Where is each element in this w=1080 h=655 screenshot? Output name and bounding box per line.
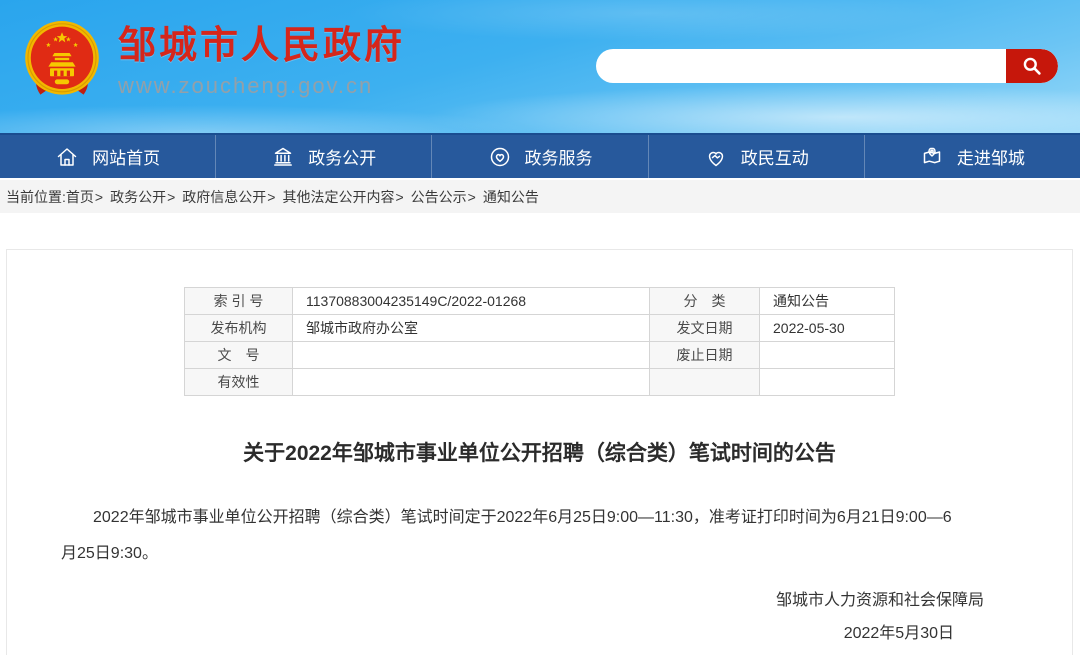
- nav-item-gov-affairs[interactable]: 政务公开: [215, 135, 431, 178]
- breadcrumb-link-notices[interactable]: 通知公告: [483, 187, 539, 207]
- meta-value-repeal-date: [760, 342, 895, 369]
- search-input[interactable]: [596, 49, 1006, 83]
- meta-value-doc-number: [293, 342, 650, 369]
- meta-label-doc-number: 文 号: [185, 342, 293, 369]
- site-url: www.zoucheng.gov.cn: [118, 73, 405, 99]
- nav-item-about-city[interactable]: 走进邹城: [864, 135, 1080, 178]
- meta-table-row: 索 引 号 11370883004235149C/2022-01268 分 类 …: [185, 288, 895, 315]
- home-icon: [55, 145, 79, 169]
- meta-label-issue-date: 发文日期: [650, 315, 760, 342]
- nav-item-gov-services[interactable]: 政务服务: [431, 135, 647, 178]
- meta-value-issuing-agency: 邹城市政府办公室: [293, 315, 650, 342]
- meta-label-index-number: 索 引 号: [185, 288, 293, 315]
- breadcrumb-separator: >: [167, 189, 175, 205]
- page: 邹城市人民政府 www.zoucheng.gov.cn 网站首页: [0, 0, 1080, 655]
- nav-item-label: 政务公开: [308, 144, 376, 169]
- breadcrumb-link-gov-affairs[interactable]: 政务公开: [110, 187, 166, 207]
- nav-item-label: 政民互动: [741, 144, 809, 169]
- breadcrumb-separator: >: [395, 189, 403, 205]
- search-button[interactable]: [1006, 49, 1058, 83]
- meta-value-index-number: 11370883004235149C/2022-01268: [293, 288, 650, 315]
- breadcrumb-separator: >: [267, 189, 275, 205]
- handshake-heart-icon: [704, 145, 728, 169]
- heart-circle-icon: [488, 145, 512, 169]
- site-title: 邹城市人民政府: [118, 26, 405, 68]
- breadcrumb-link-home[interactable]: 首页: [66, 187, 94, 207]
- nav-item-label: 走进邹城: [957, 144, 1025, 169]
- government-building-icon: [271, 145, 295, 169]
- meta-value-empty: [760, 369, 895, 396]
- site-brand-text: 邹城市人民政府 www.zoucheng.gov.cn: [118, 16, 405, 99]
- nav-item-label: 政务服务: [525, 144, 593, 169]
- meta-label-repeal-date: 废止日期: [650, 342, 760, 369]
- meta-label-category: 分 类: [650, 288, 760, 315]
- nav-item-label: 网站首页: [92, 144, 160, 169]
- map-pin-icon: [920, 145, 944, 169]
- article-signature: 邹城市人力资源和社会保障局: [7, 584, 1072, 617]
- nav-item-home[interactable]: 网站首页: [0, 135, 215, 178]
- main-nav: 网站首页 政务公开 政务服务: [0, 133, 1080, 178]
- breadcrumb-link-other-content[interactable]: 其他法定公开内容: [282, 187, 394, 207]
- national-emblem-icon: [22, 16, 102, 106]
- meta-table-row: 有效性: [185, 369, 895, 396]
- meta-table: 索 引 号 11370883004235149C/2022-01268 分 类 …: [184, 287, 895, 396]
- breadcrumb-link-public-notices[interactable]: 公告公示: [411, 187, 467, 207]
- article-title: 关于2022年邹城市事业单位公开招聘（综合类）笔试时间的公告: [47, 440, 1032, 467]
- site-header: 邹城市人民政府 www.zoucheng.gov.cn: [0, 0, 1080, 133]
- breadcrumb-separator: >: [95, 189, 103, 205]
- site-brand[interactable]: 邹城市人民政府 www.zoucheng.gov.cn: [22, 16, 405, 106]
- meta-value-category: 通知公告: [760, 288, 895, 315]
- meta-value-issue-date: 2022-05-30: [760, 315, 895, 342]
- breadcrumb: 当前位置: 首页 > 政务公开 > 政府信息公开 > 其他法定公开内容 > 公告…: [0, 180, 1080, 213]
- meta-table-row: 文 号 废止日期: [185, 342, 895, 369]
- meta-table-row: 发布机构 邹城市政府办公室 发文日期 2022-05-30: [185, 315, 895, 342]
- breadcrumb-prefix: 当前位置:: [6, 187, 66, 207]
- site-search: [596, 49, 1058, 83]
- magnifier-icon: [1021, 55, 1043, 77]
- breadcrumb-separator: >: [468, 189, 476, 205]
- nav-item-interaction[interactable]: 政民互动: [648, 135, 864, 178]
- article-body: 2022年邹城市事业单位公开招聘（综合类）笔试时间定于2022年6月25日9:0…: [7, 500, 1072, 572]
- meta-label-empty: [650, 369, 760, 396]
- article-date: 2022年5月30日: [7, 617, 1072, 650]
- breadcrumb-link-info-disclosure[interactable]: 政府信息公开: [182, 187, 266, 207]
- meta-label-validity: 有效性: [185, 369, 293, 396]
- article-card: 索 引 号 11370883004235149C/2022-01268 分 类 …: [6, 249, 1073, 655]
- meta-value-validity: [293, 369, 650, 396]
- meta-label-issuing-agency: 发布机构: [185, 315, 293, 342]
